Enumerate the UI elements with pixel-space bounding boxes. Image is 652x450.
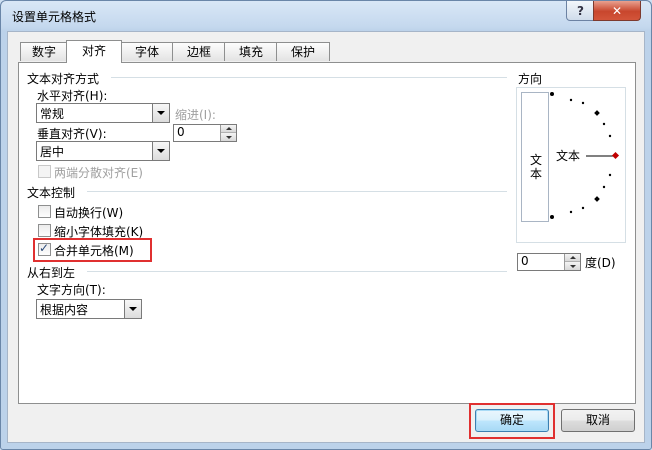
tab-fill[interactable]: 填充 bbox=[224, 42, 278, 61]
spin-up-icon[interactable] bbox=[565, 254, 580, 262]
text-direction-value: 根据内容 bbox=[40, 303, 89, 317]
degree-stepper[interactable]: 0 bbox=[517, 253, 581, 271]
merge-cells-checkbox[interactable] bbox=[38, 241, 51, 256]
chevron-down-icon[interactable] bbox=[124, 300, 141, 318]
tab-number[interactable]: 数字 bbox=[20, 42, 68, 61]
text-direction-label: 文字方向(T): bbox=[37, 283, 106, 297]
tab-protection[interactable]: 保护 bbox=[276, 42, 330, 61]
vertical-text-button[interactable]: 文本 bbox=[521, 92, 549, 222]
degree-value: 0 bbox=[521, 254, 529, 268]
spin-down-icon[interactable] bbox=[565, 262, 580, 270]
degree-spin-buttons bbox=[564, 254, 580, 270]
dial-text-sample: 文本 bbox=[556, 148, 580, 163]
spin-down-icon[interactable] bbox=[221, 133, 236, 141]
help-icon: ? bbox=[577, 3, 584, 18]
cancel-button[interactable]: 取消 bbox=[561, 409, 635, 432]
close-button[interactable]: ✕ bbox=[593, 1, 641, 21]
text-control-separator bbox=[87, 191, 507, 192]
distributed-label: 两端分散对齐(E) bbox=[54, 166, 143, 180]
vertical-text-sample: 文本 bbox=[529, 153, 542, 181]
orientation-dial[interactable]: 文本 bbox=[549, 91, 623, 221]
horizontal-align-label: 水平对齐(H): bbox=[37, 89, 108, 103]
merge-cells-label: 合并单元格(M) bbox=[54, 244, 134, 258]
indent-label: 缩进(I): bbox=[175, 108, 216, 122]
close-icon: ✕ bbox=[611, 3, 623, 18]
dial-marker[interactable] bbox=[611, 151, 620, 160]
vertical-align-label: 垂直对齐(V): bbox=[37, 127, 107, 141]
orientation-heading: 方向 bbox=[518, 72, 543, 86]
indent-value: 0 bbox=[177, 125, 185, 139]
spin-up-icon[interactable] bbox=[221, 125, 236, 133]
degree-label: 度(D) bbox=[585, 256, 616, 270]
chevron-down-icon[interactable] bbox=[152, 142, 169, 160]
ok-button[interactable]: 确定 bbox=[475, 409, 549, 432]
wrap-text-label: 自动换行(W) bbox=[54, 206, 124, 220]
vertical-align-select[interactable]: 居中 bbox=[36, 141, 170, 161]
wrap-text-checkbox[interactable] bbox=[38, 205, 51, 218]
indent-spin-buttons bbox=[220, 125, 236, 141]
help-button[interactable]: ? bbox=[566, 1, 595, 21]
text-direction-select[interactable]: 根据内容 bbox=[36, 299, 142, 319]
indent-stepper[interactable]: 0 bbox=[173, 124, 237, 142]
horizontal-align-select[interactable]: 常规 bbox=[36, 103, 170, 123]
tab-font[interactable]: 字体 bbox=[120, 42, 174, 61]
dialog-client: 数字 对齐 字体 边框 填充 保护 文本对齐方式 水平对齐(H): 常规 缩进(… bbox=[7, 31, 645, 443]
rtl-separator bbox=[87, 271, 507, 272]
chevron-down-icon[interactable] bbox=[152, 104, 169, 122]
alignment-panel: 文本对齐方式 水平对齐(H): 常规 缩进(I): 0 垂直对齐(V): 居中 bbox=[18, 62, 636, 404]
distributed-checkbox[interactable] bbox=[38, 165, 51, 178]
tab-alignment[interactable]: 对齐 bbox=[66, 40, 122, 63]
text-control-heading: 文本控制 bbox=[27, 186, 76, 200]
horizontal-align-value: 常规 bbox=[40, 107, 65, 121]
tab-border[interactable]: 边框 bbox=[172, 42, 226, 61]
text-alignment-separator bbox=[111, 77, 507, 78]
dialog-title: 设置单元格格式 bbox=[12, 10, 97, 24]
orientation-frame: 文本 文本 bbox=[516, 87, 626, 243]
rtl-heading: 从右到左 bbox=[27, 266, 76, 280]
text-alignment-heading: 文本对齐方式 bbox=[27, 72, 100, 86]
vertical-align-value: 居中 bbox=[40, 145, 65, 159]
shrink-to-fit-checkbox[interactable] bbox=[38, 224, 51, 237]
dialog-window: 设置单元格格式 ? ✕ 数字 对齐 字体 边框 填充 保护 文本对齐方式 水平对… bbox=[0, 0, 652, 450]
title-bar[interactable]: 设置单元格格式 ? ✕ bbox=[1, 1, 651, 29]
